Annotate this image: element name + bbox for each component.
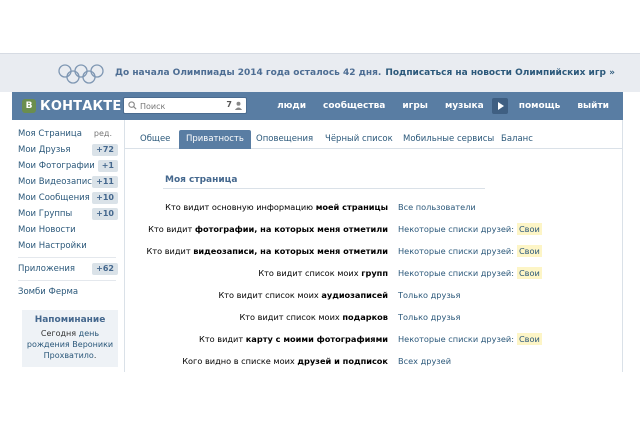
own-list-tag[interactable]: Свои (516, 267, 542, 279)
sidebar-item-label[interactable]: Мои Новости (18, 225, 76, 235)
tab-privacy[interactable]: Приватность (179, 130, 251, 149)
privacy-row-label: Кого видно в списке моих друзей и подпис… (182, 356, 388, 366)
nav-communities[interactable]: сообщества (323, 101, 385, 111)
messages-count-badge[interactable]: +10 (92, 192, 118, 204)
privacy-row-tagged-photos: Кто видит фотографии, на которых меня от… (125, 220, 622, 242)
tab-blacklist[interactable]: Чёрный список (318, 130, 400, 149)
sidebar-item-my-page[interactable]: Моя Страница ред. (12, 126, 122, 142)
nav-logout[interactable]: выйти (577, 101, 609, 111)
sidebar-item-label[interactable]: Мои Фотографии (18, 161, 95, 171)
search-icon (128, 101, 137, 110)
logo-badge-icon: В (22, 99, 36, 113)
sidebar-item-label[interactable]: Мои Друзья (18, 145, 70, 155)
own-list-tag[interactable]: Свои (516, 223, 542, 235)
privacy-row-label: Кто видит список моих аудиозаписей (218, 290, 388, 300)
nav-games[interactable]: игры (402, 101, 428, 111)
birthday-reminder: Напоминание Сегодня день рождения Верони… (22, 310, 118, 367)
sidebar-item-apps[interactable]: Приложения +62 (12, 261, 122, 277)
privacy-row-value[interactable]: Всех друзей (398, 356, 451, 366)
privacy-row-value[interactable]: Некоторые списки друзей: Свои (398, 333, 542, 345)
olympic-subscribe-link[interactable]: Подписаться на новости Олимпийских игр » (385, 68, 615, 78)
privacy-row-label: Кто видит основную информацию моей стран… (165, 202, 388, 212)
banner-text: До начала Олимпиады 2014 года осталось 4… (115, 68, 615, 78)
sidebar-item-label[interactable]: Мои Сообщения (18, 193, 90, 203)
friends-count-badge[interactable]: +72 (92, 144, 118, 156)
top-header: В КОНТАКТЕ 7 люди сообщества игры музыка… (12, 92, 623, 120)
sidebar-item-settings[interactable]: Мои Настройки (12, 238, 122, 254)
privacy-row-page-info: Кто видит основную информацию моей стран… (125, 198, 622, 220)
sidebar-item-friends[interactable]: Мои Друзья +72 (12, 142, 122, 158)
privacy-row-audio: Кто видит список моих аудиозаписей Тольк… (125, 286, 622, 308)
privacy-row-value[interactable]: Некоторые списки друзей: Свои (398, 223, 542, 235)
privacy-row-tagged-videos: Кто видит видеозаписи, на которых меня о… (125, 242, 622, 264)
privacy-row-label: Кто видит список моих групп (258, 268, 388, 278)
sidebar-item-label[interactable]: Мои Группы (18, 209, 72, 219)
tab-balance[interactable]: Баланс (494, 130, 540, 149)
sidebar-item-zombie-farm[interactable]: Зомби Ферма (12, 284, 122, 300)
privacy-row-gifts: Кто видит список моих подарков Только др… (125, 308, 622, 330)
privacy-row-value[interactable]: Некоторые списки друзей: Свои (398, 267, 542, 279)
top-nav: люди сообщества игры музыка помощь выйти (260, 92, 609, 120)
reminder-text-before: Сегодня (40, 329, 77, 338)
search-input[interactable] (140, 100, 224, 112)
sidebar-item-groups[interactable]: Мои Группы +10 (12, 206, 122, 222)
nav-music[interactable]: музыка (445, 101, 484, 111)
nav-people[interactable]: люди (277, 101, 306, 111)
privacy-row-label: Кто видит фотографии, на которых меня от… (148, 224, 388, 234)
privacy-row-value[interactable]: Все пользователи (398, 202, 476, 212)
own-list-tag[interactable]: Свои (516, 333, 542, 345)
sidebar-item-label[interactable]: Моя Страница (18, 129, 82, 139)
sidebar-item-label[interactable]: Мои Настройки (18, 241, 87, 251)
privacy-row-groups: Кто видит список моих групп Некоторые сп… (125, 264, 622, 286)
apps-count-badge[interactable]: +62 (92, 263, 118, 275)
tab-notifications[interactable]: Оповещения (249, 130, 320, 149)
left-sidebar: Моя Страница ред. Мои Друзья +72 Мои Фот… (12, 126, 122, 367)
tab-general[interactable]: Общее (133, 130, 177, 149)
nav-help[interactable]: помощь (519, 101, 561, 111)
privacy-row-label: Кто видит карту с моими фотографиями (199, 334, 388, 344)
user-icon[interactable] (234, 101, 243, 110)
privacy-row-value[interactable]: Только друзья (398, 312, 460, 322)
tab-mobile-services[interactable]: Мобильные сервисы (396, 130, 501, 149)
vk-logo[interactable]: В КОНТАКТЕ (22, 98, 121, 114)
search-count: 7 (226, 100, 232, 109)
privacy-settings-list: Кто видит основную информацию моей стран… (125, 198, 622, 374)
settings-panel: Общее Приватность Оповещения Чёрный спис… (124, 120, 623, 372)
reminder-text: Сегодня день рождения Вероники Прохватил… (26, 328, 114, 361)
olympic-countdown: До начала Олимпиады 2014 года осталось 4… (115, 68, 382, 78)
sidebar-divider (18, 280, 116, 281)
photos-count-badge[interactable]: +1 (97, 160, 118, 172)
privacy-row-label: Кто видит видеозаписи, на которых меня о… (146, 246, 388, 256)
olympic-banner: До начала Олимпиады 2014 года осталось 4… (0, 53, 640, 92)
privacy-row-friends-list: Кого видно в списке моих друзей и подпис… (125, 352, 622, 374)
sidebar-item-videos[interactable]: Мои Видеозаписи +11 (12, 174, 122, 190)
section-title: Моя страница (165, 175, 238, 185)
sidebar-item-label[interactable]: Приложения (18, 264, 75, 274)
reminder-title: Напоминание (34, 315, 106, 325)
own-list-tag[interactable]: Свои (516, 245, 542, 257)
settings-tabs: Общее Приватность Оповещения Чёрный спис… (125, 130, 622, 149)
sidebar-item-news[interactable]: Мои Новости (12, 222, 122, 238)
privacy-row-value[interactable]: Некоторые списки друзей: Свои (398, 245, 542, 257)
search-box[interactable]: 7 (123, 97, 247, 114)
reminder-text-after: . (93, 351, 97, 360)
privacy-row-photo-map: Кто видит карту с моими фотографиями Нек… (125, 330, 622, 352)
edit-link[interactable]: ред. (94, 126, 112, 142)
logo-text: КОНТАКТЕ (40, 98, 122, 114)
sidebar-item-label[interactable]: Зомби Ферма (18, 287, 78, 297)
sidebar-item-photos[interactable]: Мои Фотографии +1 (12, 158, 122, 174)
sidebar-item-messages[interactable]: Мои Сообщения +10 (12, 190, 122, 206)
olympic-rings-icon (58, 64, 104, 84)
privacy-row-value[interactable]: Только друзья (398, 290, 460, 300)
privacy-row-label: Кто видит список моих подарков (239, 312, 388, 322)
sidebar-divider (18, 257, 116, 258)
section-divider (163, 188, 485, 189)
groups-count-badge[interactable]: +10 (92, 208, 118, 220)
sidebar-item-label[interactable]: Мои Видеозаписи (18, 177, 97, 187)
videos-count-badge[interactable]: +11 (92, 176, 118, 188)
play-icon[interactable] (491, 98, 508, 114)
